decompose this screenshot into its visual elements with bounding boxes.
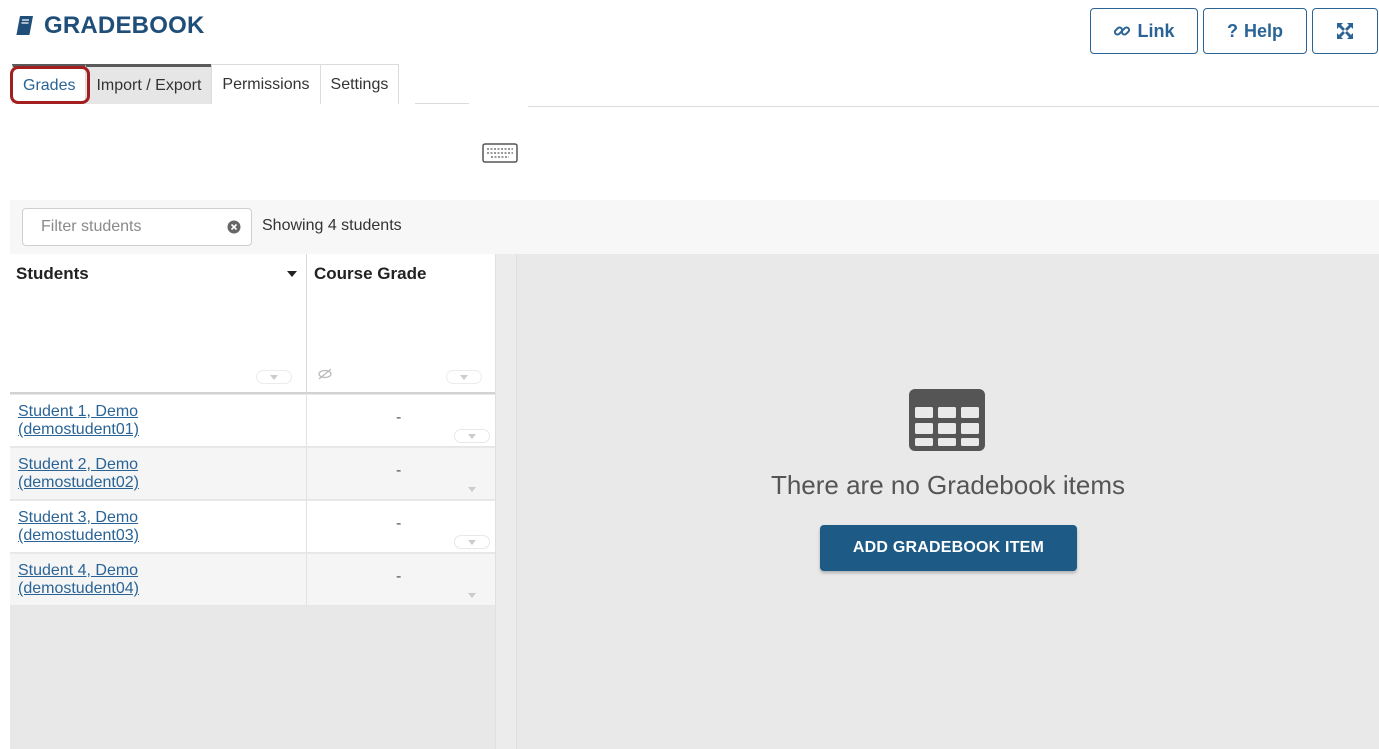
cell-divider bbox=[306, 448, 307, 500]
gradebook-items-panel bbox=[517, 254, 1379, 749]
grade-cell-menu[interactable] bbox=[454, 535, 490, 549]
chevron-down-icon bbox=[468, 539, 476, 545]
header-column-divider bbox=[306, 254, 307, 394]
student-link[interactable]: Student 2, Demo (demostudent02) bbox=[18, 456, 139, 492]
link-button[interactable]: Link bbox=[1090, 8, 1198, 54]
student-id: (demostudent04) bbox=[18, 580, 139, 597]
course-grade-value: - bbox=[396, 568, 402, 585]
course-grade-column-header[interactable]: Course Grade bbox=[314, 264, 426, 284]
help-icon: ? bbox=[1226, 20, 1238, 41]
course-grade-value: - bbox=[396, 462, 402, 479]
eye-slash-icon[interactable] bbox=[317, 368, 333, 380]
tab-permissions[interactable]: Permissions bbox=[211, 64, 321, 104]
student-name: Student 1, Demo bbox=[18, 403, 139, 420]
tab-divider-short bbox=[415, 103, 469, 104]
expand-icon bbox=[1337, 23, 1353, 39]
fullscreen-button[interactable] bbox=[1312, 8, 1378, 54]
student-count: Showing 4 students bbox=[262, 217, 402, 234]
cell-divider bbox=[306, 554, 307, 606]
tab-settings[interactable]: Settings bbox=[319, 64, 400, 104]
grade-cell-menu[interactable] bbox=[454, 588, 490, 602]
table-row: Student 4, Demo (demostudent04) - bbox=[10, 554, 495, 606]
chevron-down-icon bbox=[468, 486, 476, 492]
chevron-down-icon bbox=[468, 592, 476, 598]
students-column-menu[interactable] bbox=[256, 370, 292, 384]
grade-cell-menu[interactable] bbox=[454, 482, 490, 496]
keyboard-icon[interactable] bbox=[482, 141, 520, 165]
grid-scroll-gutter bbox=[495, 254, 517, 749]
help-button[interactable]: ? Help bbox=[1203, 8, 1307, 54]
table-icon bbox=[909, 389, 985, 451]
add-gradebook-item-button[interactable]: ADD GRADEBOOK ITEM bbox=[820, 525, 1077, 571]
page-title: GRADEBOOK bbox=[44, 12, 205, 39]
table-row: Student 2, Demo (demostudent02) - bbox=[10, 448, 495, 500]
cell-divider bbox=[306, 501, 307, 553]
chevron-down-icon bbox=[468, 433, 476, 439]
course-grade-value: - bbox=[396, 515, 402, 532]
sort-caret-icon[interactable] bbox=[286, 270, 298, 278]
table-row: Student 3, Demo (demostudent03) - bbox=[10, 501, 495, 553]
table-row: Student 1, Demo (demostudent01) - bbox=[10, 395, 495, 447]
chevron-down-icon bbox=[270, 374, 278, 380]
link-button-label: Link bbox=[1137, 20, 1175, 41]
filter-students-input[interactable] bbox=[39, 217, 219, 237]
tab-import-export[interactable]: Import / Export bbox=[85, 64, 213, 104]
student-id: (demostudent01) bbox=[18, 421, 139, 438]
course-grade-value: - bbox=[396, 409, 402, 426]
tab-bar: Grades Import / Export Permissions Setti… bbox=[12, 64, 400, 104]
student-filter bbox=[22, 208, 252, 246]
student-id: (demostudent03) bbox=[18, 527, 139, 544]
page-header: GRADEBOOK bbox=[16, 12, 204, 40]
student-link[interactable]: Student 1, Demo (demostudent01) bbox=[18, 403, 139, 439]
grade-cell-menu[interactable] bbox=[454, 429, 490, 443]
book-icon bbox=[16, 16, 33, 35]
tab-divider bbox=[528, 106, 1379, 107]
students-column-header[interactable]: Students bbox=[16, 264, 89, 284]
clear-circle-icon[interactable] bbox=[227, 220, 241, 234]
course-grade-column-menu[interactable] bbox=[446, 370, 482, 384]
chevron-down-icon bbox=[460, 374, 468, 380]
student-id: (demostudent02) bbox=[18, 474, 139, 491]
student-link[interactable]: Student 3, Demo (demostudent03) bbox=[18, 509, 139, 545]
empty-state-message: There are no Gradebook items bbox=[770, 470, 1126, 500]
student-name: Student 2, Demo bbox=[18, 456, 139, 473]
tab-grades[interactable]: Grades bbox=[12, 64, 87, 104]
link-icon bbox=[1114, 26, 1131, 36]
help-button-label: Help bbox=[1243, 20, 1283, 41]
cell-divider bbox=[306, 395, 307, 447]
student-link[interactable]: Student 4, Demo (demostudent04) bbox=[18, 562, 139, 598]
student-name: Student 3, Demo bbox=[18, 509, 139, 526]
student-name: Student 4, Demo bbox=[18, 562, 139, 579]
